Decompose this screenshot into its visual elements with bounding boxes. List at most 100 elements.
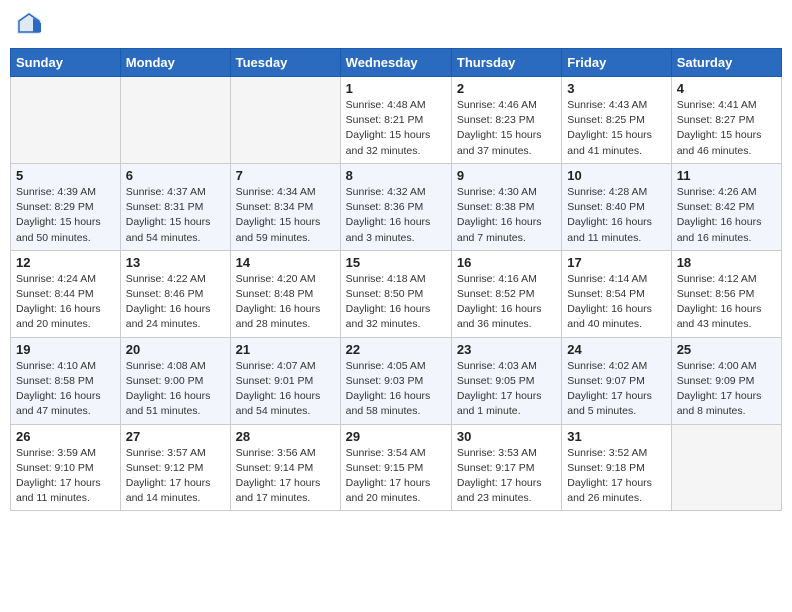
calendar-cell: 1 Sunrise: 4:48 AM Sunset: 8:21 PM Daylig…: [340, 77, 451, 164]
calendar-cell: 26 Sunrise: 3:59 AM Sunset: 9:10 PM Dayli…: [11, 424, 121, 511]
day-info: Sunrise: 4:05 AM Sunset: 9:03 PM Dayligh…: [346, 359, 446, 420]
calendar-cell: 15Sunrise: 4:18 AM Sunset: 8:50 PM Dayli…: [340, 250, 451, 337]
calendar-cell: 29Sunrise: 3:54 AM Sunset: 9:15 PM Dayli…: [340, 424, 451, 511]
day-number: 19: [16, 342, 115, 357]
calendar-cell: 19 Sunrise: 4:10 AM Sunset: 8:58 PM Dayli…: [11, 337, 121, 424]
day-number: 6: [126, 168, 225, 183]
weekday-header: Monday: [120, 49, 230, 77]
day-info: Sunrise: 4:12 AM Sunset: 8:56 PM Dayligh…: [677, 272, 776, 333]
day-number: 25: [677, 342, 776, 357]
page-header: [10, 10, 782, 38]
day-info: Sunrise: 4:10 AM Sunset: 8:58 PM Dayligh…: [16, 359, 115, 420]
day-number: 13: [126, 255, 225, 270]
logo: [15, 10, 45, 38]
calendar-header-row: SundayMondayTuesdayWednesdayThursdayFrid…: [11, 49, 782, 77]
day-info: Sunrise: 4:48 AM Sunset: 8:21 PM Dayligh…: [346, 98, 446, 159]
day-number: 2: [457, 81, 556, 96]
calendar-cell: 13Sunrise: 4:22 AM Sunset: 8:46 PM Dayli…: [120, 250, 230, 337]
calendar-cell: 31Sunrise: 3:52 AM Sunset: 9:18 PM Dayli…: [562, 424, 671, 511]
day-info: Sunrise: 4:03 AM Sunset: 9:05 PM Dayligh…: [457, 359, 556, 420]
day-number: 9: [457, 168, 556, 183]
weekday-header: Saturday: [671, 49, 781, 77]
day-number: 12: [16, 255, 115, 270]
calendar-cell: 10 Sunrise: 4:28 AM Sunset: 8:40 PM Dayli…: [562, 163, 671, 250]
day-number: 14: [236, 255, 335, 270]
day-number: 26: [16, 429, 115, 444]
day-info: Sunrise: 4:39 AM Sunset: 8:29 PM Dayligh…: [16, 185, 115, 246]
day-number: 5: [16, 168, 115, 183]
calendar-cell: 12Sunrise: 4:24 AM Sunset: 8:44 PM Dayli…: [11, 250, 121, 337]
day-number: 16: [457, 255, 556, 270]
day-info: Sunrise: 4:14 AM Sunset: 8:54 PM Dayligh…: [567, 272, 665, 333]
calendar-cell: 11 Sunrise: 4:26 AM Sunset: 8:42 PM Dayli…: [671, 163, 781, 250]
day-number: 7: [236, 168, 335, 183]
day-info: Sunrise: 4:30 AM Sunset: 8:38 PM Dayligh…: [457, 185, 556, 246]
day-info: Sunrise: 4:08 AM Sunset: 9:00 PM Dayligh…: [126, 359, 225, 420]
day-number: 8: [346, 168, 446, 183]
calendar-week-row: 26 Sunrise: 3:59 AM Sunset: 9:10 PM Dayli…: [11, 424, 782, 511]
day-info: Sunrise: 4:07 AM Sunset: 9:01 PM Dayligh…: [236, 359, 335, 420]
day-info: Sunrise: 4:26 AM Sunset: 8:42 PM Dayligh…: [677, 185, 776, 246]
calendar-cell: 25 Sunrise: 4:00 AM Sunset: 9:09 PM Dayli…: [671, 337, 781, 424]
calendar-cell: 17 Sunrise: 4:14 AM Sunset: 8:54 PM Dayli…: [562, 250, 671, 337]
calendar-cell: 7 Sunrise: 4:34 AM Sunset: 8:34 PM Daylig…: [230, 163, 340, 250]
calendar-table: SundayMondayTuesdayWednesdayThursdayFrid…: [10, 48, 782, 511]
weekday-header: Sunday: [11, 49, 121, 77]
day-number: 29: [346, 429, 446, 444]
calendar-cell: 8 Sunrise: 4:32 AM Sunset: 8:36 PM Daylig…: [340, 163, 451, 250]
day-number: 20: [126, 342, 225, 357]
calendar-cell: 20 Sunrise: 4:08 AM Sunset: 9:00 PM Dayli…: [120, 337, 230, 424]
day-info: Sunrise: 3:56 AM Sunset: 9:14 PM Dayligh…: [236, 446, 335, 507]
day-number: 10: [567, 168, 665, 183]
day-info: Sunrise: 4:34 AM Sunset: 8:34 PM Dayligh…: [236, 185, 335, 246]
calendar-cell: 28 Sunrise: 3:56 AM Sunset: 9:14 PM Dayli…: [230, 424, 340, 511]
calendar-cell: 30Sunrise: 3:53 AM Sunset: 9:17 PM Dayli…: [451, 424, 561, 511]
calendar-cell: 24 Sunrise: 4:02 AM Sunset: 9:07 PM Dayli…: [562, 337, 671, 424]
day-info: Sunrise: 3:59 AM Sunset: 9:10 PM Dayligh…: [16, 446, 115, 507]
weekday-header: Tuesday: [230, 49, 340, 77]
day-info: Sunrise: 3:52 AM Sunset: 9:18 PM Dayligh…: [567, 446, 665, 507]
calendar-cell: 6 Sunrise: 4:37 AM Sunset: 8:31 PM Daylig…: [120, 163, 230, 250]
weekday-header: Thursday: [451, 49, 561, 77]
day-info: Sunrise: 4:46 AM Sunset: 8:23 PM Dayligh…: [457, 98, 556, 159]
weekday-header: Friday: [562, 49, 671, 77]
calendar-cell: [230, 77, 340, 164]
calendar-cell: 4 Sunrise: 4:41 AM Sunset: 8:27 PM Daylig…: [671, 77, 781, 164]
day-info: Sunrise: 4:41 AM Sunset: 8:27 PM Dayligh…: [677, 98, 776, 159]
day-number: 4: [677, 81, 776, 96]
day-info: Sunrise: 4:16 AM Sunset: 8:52 PM Dayligh…: [457, 272, 556, 333]
calendar-cell: 21 Sunrise: 4:07 AM Sunset: 9:01 PM Dayli…: [230, 337, 340, 424]
day-number: 30: [457, 429, 556, 444]
calendar-cell: 27Sunrise: 3:57 AM Sunset: 9:12 PM Dayli…: [120, 424, 230, 511]
calendar-cell: 5 Sunrise: 4:39 AM Sunset: 8:29 PM Daylig…: [11, 163, 121, 250]
calendar-cell: [120, 77, 230, 164]
day-number: 22: [346, 342, 446, 357]
weekday-header: Wednesday: [340, 49, 451, 77]
calendar-cell: [11, 77, 121, 164]
day-number: 17: [567, 255, 665, 270]
calendar-week-row: 12Sunrise: 4:24 AM Sunset: 8:44 PM Dayli…: [11, 250, 782, 337]
calendar-cell: 18 Sunrise: 4:12 AM Sunset: 8:56 PM Dayli…: [671, 250, 781, 337]
day-number: 28: [236, 429, 335, 444]
day-number: 15: [346, 255, 446, 270]
day-info: Sunrise: 4:02 AM Sunset: 9:07 PM Dayligh…: [567, 359, 665, 420]
day-number: 11: [677, 168, 776, 183]
day-number: 1: [346, 81, 446, 96]
calendar-cell: 2 Sunrise: 4:46 AM Sunset: 8:23 PM Daylig…: [451, 77, 561, 164]
day-info: Sunrise: 3:57 AM Sunset: 9:12 PM Dayligh…: [126, 446, 225, 507]
calendar-week-row: 5 Sunrise: 4:39 AM Sunset: 8:29 PM Daylig…: [11, 163, 782, 250]
calendar-cell: 22 Sunrise: 4:05 AM Sunset: 9:03 PM Dayli…: [340, 337, 451, 424]
calendar-week-row: 1 Sunrise: 4:48 AM Sunset: 8:21 PM Daylig…: [11, 77, 782, 164]
day-number: 21: [236, 342, 335, 357]
calendar-cell: 16 Sunrise: 4:16 AM Sunset: 8:52 PM Dayli…: [451, 250, 561, 337]
day-info: Sunrise: 4:32 AM Sunset: 8:36 PM Dayligh…: [346, 185, 446, 246]
day-number: 24: [567, 342, 665, 357]
calendar-cell: 14Sunrise: 4:20 AM Sunset: 8:48 PM Dayli…: [230, 250, 340, 337]
day-info: Sunrise: 4:28 AM Sunset: 8:40 PM Dayligh…: [567, 185, 665, 246]
calendar-week-row: 19 Sunrise: 4:10 AM Sunset: 8:58 PM Dayli…: [11, 337, 782, 424]
day-info: Sunrise: 4:37 AM Sunset: 8:31 PM Dayligh…: [126, 185, 225, 246]
day-info: Sunrise: 4:00 AM Sunset: 9:09 PM Dayligh…: [677, 359, 776, 420]
day-number: 23: [457, 342, 556, 357]
day-number: 18: [677, 255, 776, 270]
calendar-cell: 3Sunrise: 4:43 AM Sunset: 8:25 PM Daylig…: [562, 77, 671, 164]
